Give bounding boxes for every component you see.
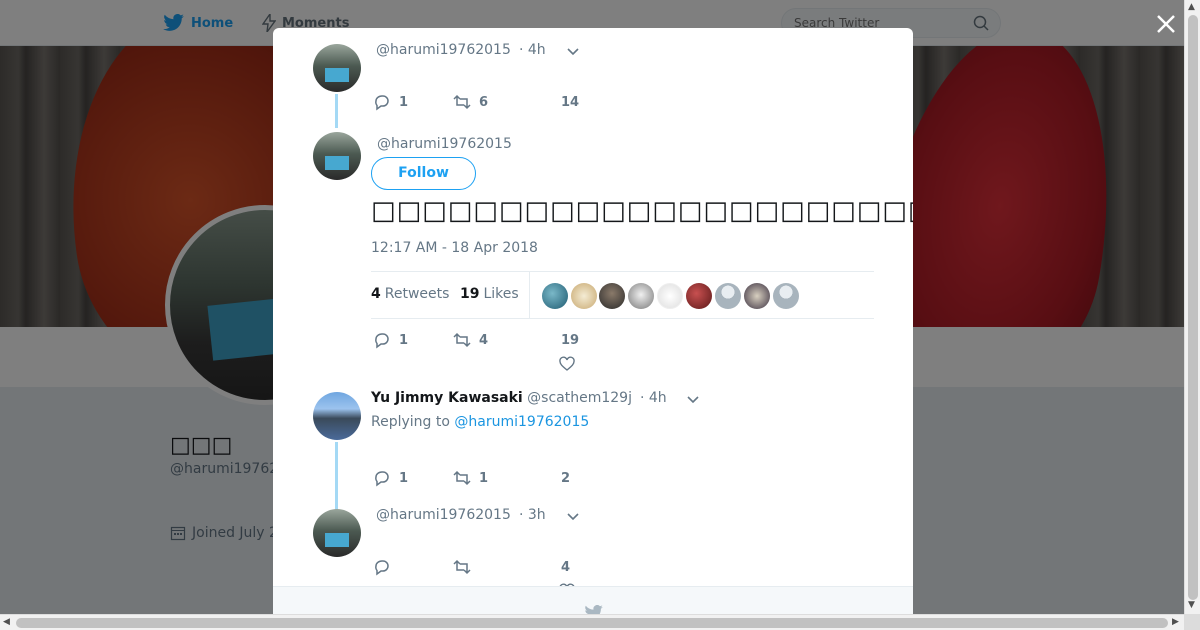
like-count[interactable]: 19 [561, 333, 579, 348]
twitter-bird-icon [585, 605, 603, 614]
tweet-handle[interactable]: @harumi19762015 [376, 42, 511, 58]
tweet-timestamp[interactable]: 12:17 AM - 18 Apr 2018 [371, 240, 538, 256]
reply-icon [375, 471, 389, 487]
retweet-icon [453, 559, 471, 575]
vertical-scrollbar[interactable]: ▲ ▼ [1184, 0, 1200, 614]
horizontal-scrollbar-thumb[interactable] [16, 618, 1168, 628]
reply-count: 1 [399, 94, 409, 110]
follow-button[interactable]: Follow [371, 157, 476, 190]
avatar-sign [325, 533, 349, 547]
likes-stat-count: 19 [460, 286, 480, 302]
liker-avatar[interactable] [715, 283, 741, 309]
scroll-right-icon[interactable]: ▶ [1172, 618, 1179, 627]
modal-footer [273, 586, 913, 614]
liker-avatar[interactable] [571, 283, 597, 309]
liker-avatar[interactable] [542, 283, 568, 309]
close-icon[interactable] [1154, 12, 1178, 36]
replying-prefix: Replying to [371, 414, 450, 430]
tweet-handle[interactable]: @harumi19762015 [376, 507, 511, 523]
thread-line [335, 94, 338, 128]
avatar-sign [325, 68, 349, 82]
tweet-time[interactable]: · 3h [519, 507, 546, 523]
tweet-time[interactable]: · 4h [640, 390, 667, 406]
reply-button[interactable]: 1 [373, 331, 408, 349]
retweet-icon [453, 332, 471, 348]
tweet-time[interactable]: · 4h [519, 42, 546, 58]
reply-button[interactable] [373, 558, 391, 576]
reply-button[interactable]: 1 [373, 93, 408, 111]
reply-icon [375, 95, 389, 111]
replying-to: Replying to @harumi19762015 [371, 414, 589, 430]
author-handle: @scathem129j [527, 390, 632, 406]
tweet-author[interactable]: Yu Jimmy Kawasaki @scathem129j [371, 390, 632, 406]
chevron-down-icon[interactable] [566, 45, 580, 59]
tweet-stats: 4 Retweets 19 Likes [371, 271, 874, 319]
vertical-scrollbar-thumb[interactable] [1188, 15, 1198, 600]
chevron-down-icon[interactable] [686, 393, 700, 407]
replying-to-link[interactable]: @harumi19762015 [454, 414, 589, 430]
retweet-button[interactable] [453, 558, 471, 576]
retweet-count: 4 [479, 332, 489, 348]
heart-icon[interactable] [559, 356, 575, 372]
like-count[interactable]: 4 [561, 560, 570, 575]
avatar[interactable] [313, 132, 361, 180]
chevron-down-icon[interactable] [566, 510, 580, 524]
avatar[interactable] [313, 392, 361, 440]
retweet-button[interactable]: 1 [453, 469, 488, 487]
reply-button[interactable]: 1 [373, 469, 408, 487]
liker-avatar[interactable] [773, 283, 799, 309]
retweets-stat[interactable]: 4 Retweets [371, 286, 449, 302]
retweet-icon [453, 470, 471, 486]
liker-avatar[interactable] [686, 283, 712, 309]
author-name: Yu Jimmy Kawasaki [371, 390, 523, 406]
retweet-icon [453, 94, 471, 110]
reply-count: 1 [399, 332, 409, 348]
avatar[interactable] [313, 44, 361, 92]
liker-avatar[interactable] [599, 283, 625, 309]
scroll-left-icon[interactable]: ◀ [3, 618, 10, 627]
like-count[interactable]: 14 [561, 95, 579, 110]
scrollbar-corner [1184, 614, 1200, 630]
retweet-count: 1 [479, 470, 489, 486]
horizontal-scrollbar[interactable]: ◀ ▶ [0, 614, 1184, 630]
like-count[interactable]: 2 [561, 471, 570, 486]
avatar[interactable] [313, 509, 361, 557]
reply-count: 1 [399, 470, 409, 486]
avatar-sign [325, 156, 349, 170]
reply-icon [375, 333, 389, 349]
tweet-text: □□□□□□□□□□□□□□□□□□□□□□□□□□□□□□□□□□□□□□□□… [371, 196, 913, 226]
tweet-handle[interactable]: @harumi19762015 [377, 136, 512, 152]
tweet-modal: @harumi19762015 · 4h 1 6 14 @harumi19762… [273, 28, 913, 614]
likes-stat[interactable]: 19 Likes [460, 286, 519, 302]
retweets-stat-count: 4 [371, 286, 381, 302]
retweet-count: 6 [479, 94, 489, 110]
scroll-up-icon[interactable]: ▲ [1188, 3, 1195, 12]
reply-icon [375, 560, 389, 576]
liker-avatar[interactable] [628, 283, 654, 309]
retweets-stat-label: Retweets [384, 286, 450, 302]
likes-stat-label: Likes [483, 286, 519, 302]
stats-divider [529, 272, 530, 318]
retweet-button[interactable]: 6 [453, 93, 488, 111]
scroll-down-icon[interactable]: ▼ [1188, 601, 1195, 610]
retweet-button[interactable]: 4 [453, 331, 488, 349]
liker-avatar[interactable] [744, 283, 770, 309]
liker-avatar[interactable] [657, 283, 683, 309]
